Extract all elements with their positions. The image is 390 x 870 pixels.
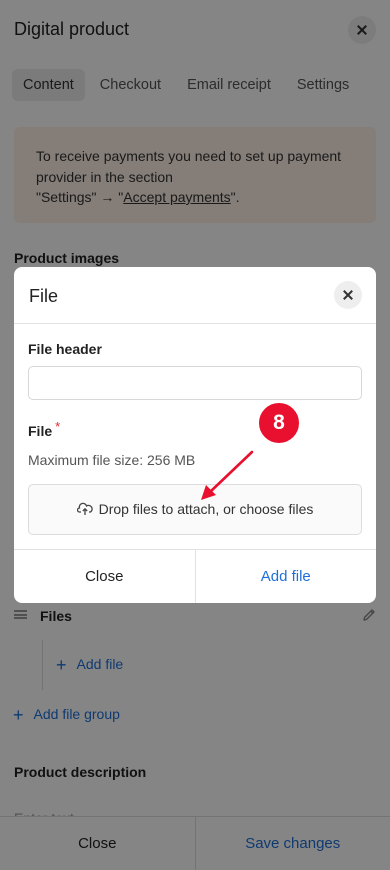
modal-header: File [14,267,376,324]
dropzone-text: Drop files to attach, or choose files [98,501,314,517]
add-file-submit-button[interactable]: Add file [196,550,377,603]
file-header-label: File header [28,341,102,357]
modal-close-icon[interactable] [334,281,362,309]
file-dropzone[interactable]: Drop files to attach, or choose files [28,484,362,535]
step-number-badge: 8 [257,401,301,445]
file-label: File * [28,419,60,439]
modal-close-button[interactable]: Close [14,550,196,603]
modal-footer: Close Add file [14,549,376,603]
required-mark: * [55,419,61,434]
file-label-text: File [28,423,53,439]
upload-icon [76,502,93,515]
modal-title: File [29,286,59,306]
file-header-input[interactable] [28,366,362,400]
file-modal: File File header File * Maximum file size… [14,267,376,603]
max-size-hint: Maximum file size: 256 MB [28,452,196,468]
